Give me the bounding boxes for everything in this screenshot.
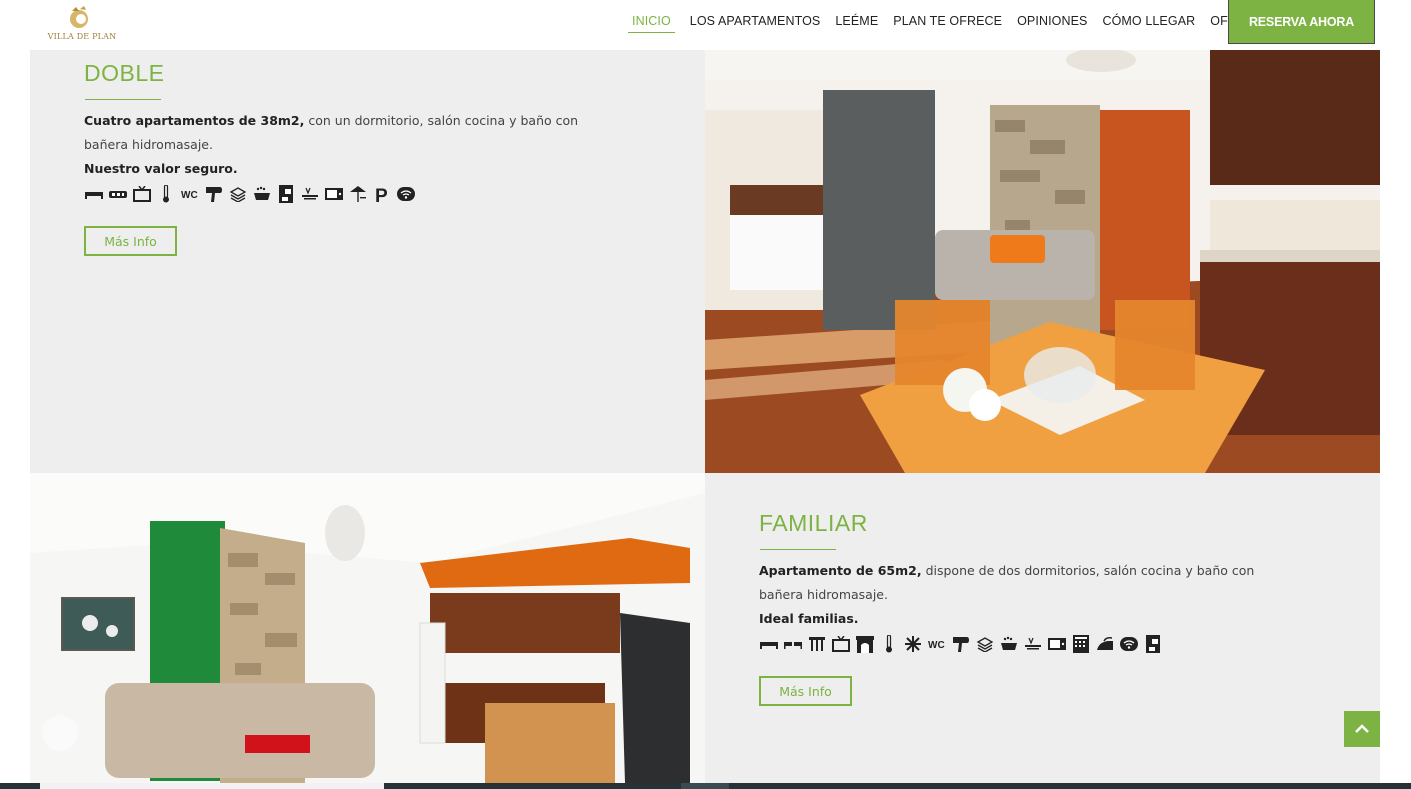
reserva-ahora-button[interactable]: RESERVA AHORA	[1228, 0, 1375, 44]
apartment-tagline-doble: Nuestro valor seguro.	[84, 161, 238, 176]
hair-dryer-icon	[204, 184, 224, 204]
parking-label: P	[375, 186, 388, 203]
amenities-doble: WC P	[84, 184, 420, 204]
wc-label: WC	[181, 190, 198, 199]
tv-icon	[132, 184, 152, 204]
thermometer-icon	[879, 634, 899, 654]
wifi-icon	[1119, 634, 1139, 654]
logo-text: VILLA DE PLAN	[47, 32, 117, 41]
iron-icon	[1095, 634, 1115, 654]
main-nav: INICIO LOS APARTAMENTOS LEÉME PLAN TE OF…	[628, 14, 1284, 33]
dishwasher-icon	[1071, 634, 1091, 654]
apartment-tagline-familiar: Ideal familias.	[759, 611, 859, 626]
towels-icon	[975, 634, 995, 654]
apartment-title-doble: DOBLE	[84, 60, 165, 86]
logo[interactable]: VILLA DE PLAN	[46, 5, 118, 45]
microwave-icon	[1047, 634, 1067, 654]
twin-beds-icon	[783, 634, 803, 654]
hair-dryer-icon	[951, 634, 971, 654]
wc-label: WC	[928, 640, 945, 649]
logo-mark-icon	[70, 6, 88, 28]
radiator-icon	[807, 634, 827, 654]
amenities-familiar: WC	[759, 634, 1167, 654]
nav-item-los-apartamentos[interactable]: LOS APARTAMENTOS	[690, 14, 821, 33]
scroll-to-top-button[interactable]	[1344, 711, 1380, 747]
site-header: VILLA DE PLAN INICIO LOS APARTAMENTOS LE…	[0, 0, 1411, 50]
nav-item-como-llegar[interactable]: CÓMO LLEGAR	[1102, 14, 1195, 33]
fireplace-icon	[855, 634, 875, 654]
nav-item-leeme[interactable]: LEÉME	[835, 14, 878, 33]
kitchen-hob-icon	[1023, 634, 1043, 654]
single-bed-icon	[84, 184, 104, 204]
apartment-photo-familiar	[30, 473, 705, 783]
bathtub-icon	[999, 634, 1019, 654]
tv-icon	[831, 634, 851, 654]
microwave-icon	[324, 184, 344, 204]
footer-segment	[40, 783, 384, 789]
parking-icon: P	[372, 184, 392, 204]
kitchen-hob-icon	[300, 184, 320, 204]
nav-item-opiniones[interactable]: OPINIONES	[1017, 14, 1087, 33]
mas-info-button-doble[interactable]: Más Info	[84, 226, 177, 256]
description-highlight: Apartamento de 65m2,	[759, 563, 922, 578]
nav-item-plan-te-ofrece[interactable]: PLAN TE OFRECE	[893, 14, 1002, 33]
towels-icon	[228, 184, 248, 204]
coffee-maker-icon	[1143, 634, 1163, 654]
footer-strip	[0, 783, 1411, 789]
title-divider	[85, 99, 161, 100]
wc-icon: WC	[180, 184, 200, 204]
wc-icon: WC	[927, 634, 947, 654]
apartment-description-familiar: Apartamento de 65m2, dispone de dos dorm…	[759, 559, 1299, 607]
apartment-description-doble: Cuatro apartamentos de 38m2, con un dorm…	[84, 109, 624, 157]
apartment-title-familiar: FAMILIAR	[759, 510, 868, 536]
snowflake-icon	[903, 634, 923, 654]
apartment-photo-doble	[705, 50, 1380, 473]
bathtub-icon	[252, 184, 272, 204]
nav-item-inicio[interactable]: INICIO	[628, 14, 675, 33]
single-bed-icon	[759, 634, 779, 654]
terrace-umbrella-icon	[348, 184, 368, 204]
thermometer-icon	[156, 184, 176, 204]
mas-info-button-familiar[interactable]: Más Info	[759, 676, 852, 706]
sofa-bed-icon	[108, 184, 128, 204]
wifi-icon	[396, 184, 416, 204]
title-divider	[760, 549, 836, 550]
coffee-maker-icon	[276, 184, 296, 204]
chevron-up-icon	[1355, 724, 1369, 733]
footer-segment	[681, 783, 729, 789]
description-highlight: Cuatro apartamentos de 38m2,	[84, 113, 305, 128]
